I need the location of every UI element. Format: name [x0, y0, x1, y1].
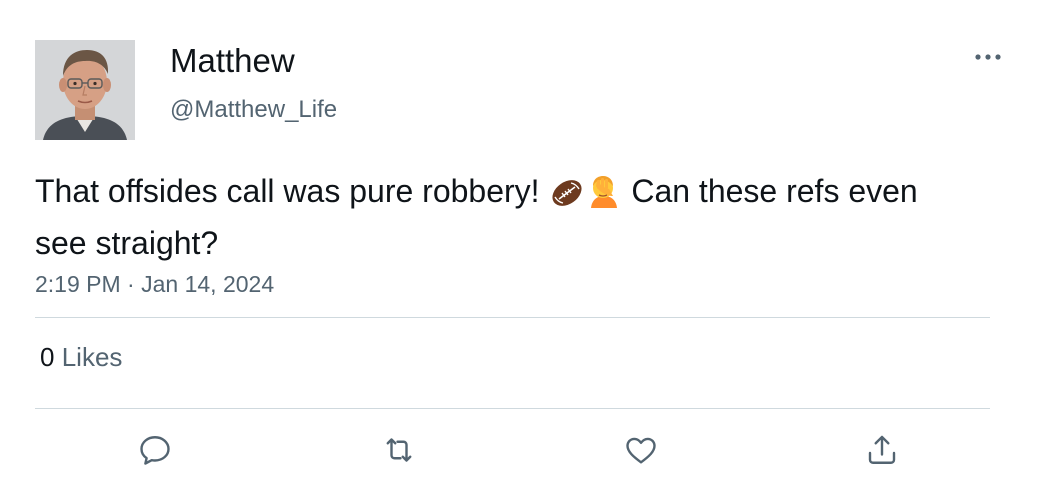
likes-count: 0 — [40, 342, 55, 372]
divider — [35, 317, 990, 318]
retweet-button[interactable] — [377, 428, 421, 472]
tweet-timestamp[interactable]: 2:19 PM · Jan 14, 2024 — [35, 269, 274, 299]
divider — [35, 408, 990, 409]
tweet-card: Matthew @Matthew_Life That offsides call… — [0, 0, 1050, 480]
meta-separator: · — [127, 271, 135, 297]
tweet-date[interactable]: Jan 14, 2024 — [141, 271, 274, 297]
retweet-icon — [386, 438, 412, 462]
likes-stat[interactable]: 0 Likes — [40, 341, 122, 373]
avatar[interactable] — [35, 40, 135, 140]
reply-button[interactable] — [133, 428, 177, 472]
tweet-text: That offsides call was pure robbery! Can… — [35, 168, 935, 266]
author-handle[interactable]: @Matthew_Life — [170, 95, 337, 125]
avatar-photo — [35, 40, 135, 140]
author-display-name[interactable]: Matthew — [170, 41, 295, 81]
heart-icon — [626, 437, 656, 464]
face-palm-icon — [587, 174, 621, 220]
tweet-text-part1: That offsides call was pure robbery! — [35, 173, 549, 209]
more-icon[interactable] — [972, 45, 1004, 69]
american-football-icon — [549, 174, 585, 220]
tweet-time[interactable]: 2:19 PM — [35, 271, 121, 297]
reply-icon — [140, 436, 170, 465]
share-button[interactable] — [860, 428, 904, 472]
likes-label: Likes — [61, 342, 123, 372]
share-icon — [868, 435, 896, 464]
like-button[interactable] — [619, 428, 663, 472]
